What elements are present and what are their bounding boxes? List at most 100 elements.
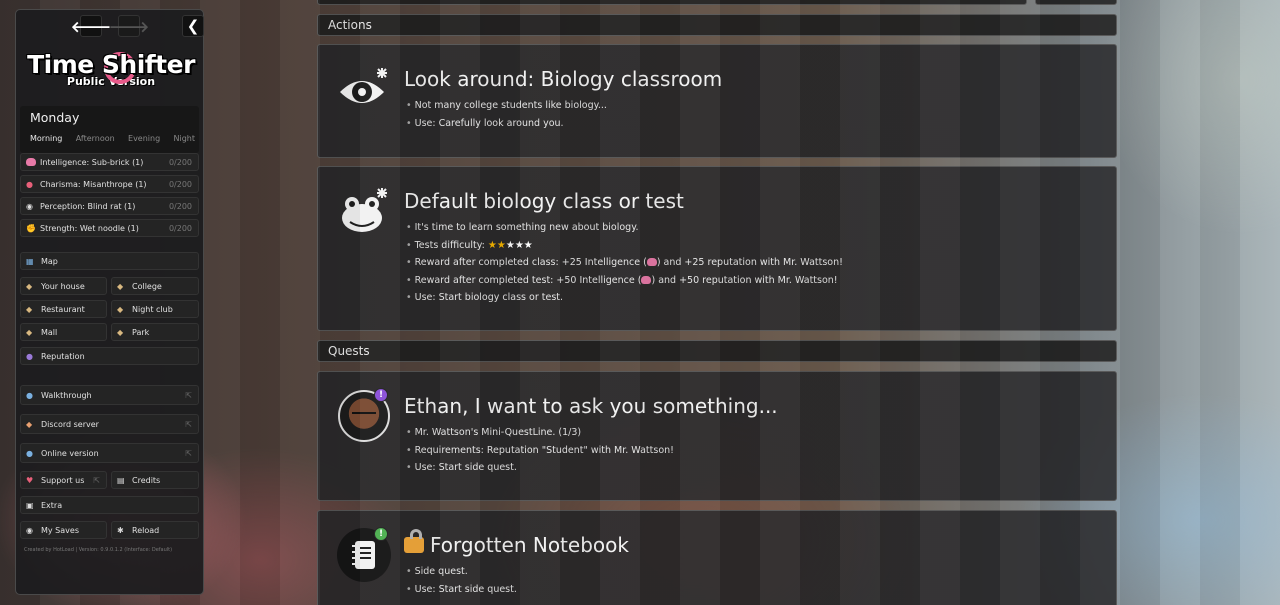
- logo-title: Time Shifter: [27, 50, 195, 79]
- stat-perception[interactable]: ◉ Perception: Blind rat (1) 0/200: [20, 197, 199, 215]
- map-icon: ▦: [26, 256, 34, 266]
- stat-strength[interactable]: ✊ Strength: Wet noodle (1) 0/200: [20, 219, 199, 237]
- action-details: • It's time to learn something new about …: [406, 219, 843, 307]
- period-afternoon: Afternoon: [75, 134, 115, 143]
- map-button[interactable]: ▦ Map: [20, 252, 199, 270]
- star-filled-icon: ★: [496, 239, 506, 251]
- eyes-icon: ◉: [26, 201, 33, 211]
- chevron-left-icon: ❮: [186, 17, 200, 35]
- time-periods: Morning Afternoon Evening Night: [30, 134, 195, 143]
- external-link-icon: ⇱: [185, 390, 192, 400]
- flexed-arm-icon: ✊: [26, 223, 36, 233]
- credits-button[interactable]: ▤ Credits: [111, 471, 199, 489]
- game-logo: Time Shifter Public Version: [26, 50, 196, 106]
- lips-icon: ●: [26, 179, 33, 189]
- reputation-button[interactable]: ● Reputation: [20, 347, 199, 365]
- quests-section-header: Quests: [317, 340, 1117, 362]
- reward-test-line: • Reward after completed test: +50 Intell…: [406, 274, 838, 286]
- quest-card-notebook[interactable]: ! Forgotten Notebook • Side quest. • Use: …: [317, 510, 1117, 605]
- external-link-icon: ⇱: [185, 448, 192, 458]
- eye-icon: [336, 61, 392, 117]
- car-icon: ◆: [26, 281, 33, 291]
- my-saves-button[interactable]: ◉ My Saves: [20, 521, 107, 539]
- document-icon: ▤: [117, 475, 125, 485]
- quest-title: Forgotten Notebook: [430, 533, 629, 557]
- quest-card-ethan[interactable]: ! Ethan, I want to ask you something... …: [317, 371, 1117, 501]
- car-icon: ◆: [26, 327, 33, 337]
- exclamation-badge-icon: !: [374, 388, 388, 402]
- avatar-icon: !: [336, 388, 392, 444]
- action-card-biology-class[interactable]: Default biology class or test • It's time…: [317, 166, 1117, 331]
- support-us-button[interactable]: ♥ Support us ⇱: [20, 471, 107, 489]
- stat-value: 0/200: [168, 223, 192, 233]
- car-icon: ◆: [117, 327, 124, 337]
- star-empty-icon: ★: [514, 239, 524, 251]
- extra-button[interactable]: ▣ Extra: [20, 496, 199, 514]
- reload-label: Reload: [132, 525, 160, 535]
- period-morning: Morning: [30, 134, 63, 143]
- car-icon: ◆: [26, 304, 33, 314]
- globe-icon: ●: [26, 448, 33, 458]
- park-button[interactable]: ◆ Park: [111, 323, 199, 341]
- time-panel: Monday Morning Afternoon Evening Night: [20, 106, 199, 153]
- back-arrow-button[interactable]: 🡐: [71, 15, 111, 37]
- notebook-icon: !: [336, 527, 392, 583]
- exclamation-badge-icon: !: [374, 527, 388, 541]
- stat-value: 0/200: [168, 179, 192, 189]
- discord-label: Discord server: [41, 419, 99, 429]
- discord-icon: ◆: [26, 419, 33, 429]
- detail-line: • Use: Start side quest.: [406, 462, 517, 473]
- forward-arrow-button[interactable]: 🡒: [109, 15, 149, 37]
- action-details: • Not many college students like biology.…: [406, 97, 607, 132]
- mall-label: Mall: [41, 327, 58, 337]
- discord-button[interactable]: ◆ Discord server ⇱: [20, 414, 199, 434]
- stat-label: Intelligence: Sub-brick (1): [40, 157, 144, 167]
- action-card-look-around[interactable]: Look around: Biology classroom • Not many…: [317, 44, 1117, 158]
- online-version-button[interactable]: ● Online version ⇱: [20, 443, 199, 463]
- brain-icon: [641, 275, 652, 284]
- walkthrough-button[interactable]: ● Walkthrough ⇱: [20, 385, 199, 405]
- sidebar: 🡐 🡒 ❮ Time Shifter Public Version Monday…: [15, 9, 204, 595]
- mall-button[interactable]: ◆ Mall: [20, 323, 107, 341]
- map-label: Map: [41, 256, 58, 266]
- college-label: College: [132, 281, 162, 291]
- restaurant-label: Restaurant: [41, 304, 85, 314]
- star-empty-icon: ★: [523, 239, 533, 251]
- collapse-sidebar-button[interactable]: ❮: [182, 15, 204, 37]
- top-bar-fragment-right: [1035, 0, 1117, 5]
- stat-label: Perception: Blind rat (1): [40, 201, 136, 211]
- night-club-button[interactable]: ◆ Night club: [111, 300, 199, 318]
- open-lock-icon: [404, 529, 424, 553]
- brain-icon: [646, 258, 657, 266]
- restaurant-button[interactable]: ◆ Restaurant: [20, 300, 107, 318]
- college-button[interactable]: ◆ College: [111, 277, 199, 295]
- period-night: Night: [173, 134, 195, 143]
- magnifier-icon: ●: [26, 390, 33, 400]
- external-link-icon: ⇱: [185, 419, 192, 429]
- stat-intelligence[interactable]: Intelligence: Sub-brick (1) 0/200: [20, 153, 199, 171]
- car-icon: ◆: [117, 281, 124, 291]
- cube-icon: ▣: [26, 500, 34, 510]
- star-empty-icon: ★: [505, 239, 515, 251]
- stat-charisma[interactable]: ● Charisma: Misanthrope (1) 0/200: [20, 175, 199, 193]
- difficulty-line: • Tests difficulty: ★★★★★: [406, 239, 533, 251]
- detail-line: • Use: Start side quest.: [406, 583, 517, 595]
- detail-line: • Use: Start biology class or test.: [406, 292, 564, 303]
- stat-value: 0/200: [168, 201, 192, 211]
- extra-label: Extra: [41, 500, 63, 510]
- reload-button[interactable]: ✱ Reload: [111, 521, 199, 539]
- period-evening: Evening: [128, 134, 161, 143]
- stat-label: Strength: Wet noodle (1): [40, 223, 139, 233]
- arrow-right-icon: 🡒: [108, 17, 150, 36]
- person-icon: ●: [26, 351, 33, 361]
- disc-icon: ◉: [26, 525, 33, 535]
- quest-title: Ethan, I want to ask you something...: [404, 394, 778, 418]
- support-label: Support us: [41, 475, 85, 485]
- top-bar-fragment: [317, 0, 1027, 5]
- saves-label: My Saves: [41, 525, 79, 535]
- reward-class-line: • Reward after completed class: +25 Intel…: [406, 257, 843, 268]
- car-icon: ◆: [117, 304, 124, 314]
- online-label: Online version: [41, 448, 99, 458]
- your-house-button[interactable]: ◆ Your house: [20, 277, 107, 295]
- quest-details: • Side quest. • Use: Start side quest.: [406, 563, 517, 598]
